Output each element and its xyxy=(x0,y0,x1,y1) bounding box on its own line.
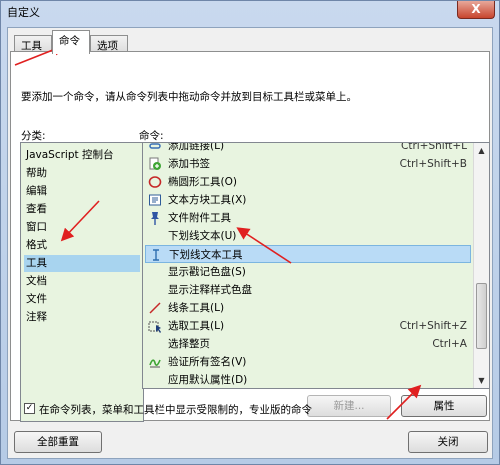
close-button[interactable]: 关闭 xyxy=(408,431,488,453)
pushpin-icon xyxy=(148,211,162,225)
category-comment[interactable]: 注释 xyxy=(24,309,140,326)
command-item[interactable]: 添加链接(L) Ctrl+Shift+L xyxy=(145,142,471,155)
command-item[interactable]: 椭圆形工具(O) xyxy=(145,173,471,191)
category-view[interactable]: 查看 xyxy=(24,201,140,218)
command-item[interactable]: 显示戳记色盘(S) xyxy=(145,263,471,281)
restricted-commands-label: 在命令列表，菜单和工具栏中显示受限制的，专业版的命令 xyxy=(39,404,312,416)
scroll-thumb[interactable] xyxy=(476,283,487,349)
textbox-icon xyxy=(148,193,162,207)
link-icon xyxy=(148,143,162,153)
command-item[interactable]: 选取工具(L) Ctrl+Shift+Z xyxy=(145,317,471,335)
close-window-button[interactable]: X xyxy=(457,1,495,19)
command-label: 椭圆形工具(O) xyxy=(168,176,237,188)
command-label: 添加链接(L) xyxy=(168,142,225,152)
reset-all-button[interactable]: 全部重置 xyxy=(14,431,102,453)
command-item[interactable]: 显示注释样式色盘 xyxy=(145,281,471,299)
command-label: 显示戳记色盘(S) xyxy=(168,266,246,278)
new-button[interactable]: 新建... xyxy=(307,395,391,417)
command-label: 验证所有签名(V) xyxy=(168,356,247,368)
command-shortcut: Ctrl+Shift+B xyxy=(399,158,467,170)
command-label: 线条工具(L) xyxy=(168,302,225,314)
properties-button[interactable]: 属性 xyxy=(401,395,487,417)
category-javascript-console[interactable]: JavaScript 控制台 xyxy=(24,147,140,164)
command-item[interactable]: 线条工具(L) xyxy=(145,299,471,317)
command-list-scrollbar[interactable]: ▲ ▼ xyxy=(473,143,489,388)
title-bar: 自定义 X xyxy=(1,1,499,23)
command-item[interactable]: 添加书签 Ctrl+Shift+B xyxy=(145,155,471,173)
command-shortcut: Ctrl+Shift+Z xyxy=(399,320,467,332)
customize-dialog: 自定义 X 工具栏 命令 选项 要添加一个命令，请从命令列表中拖动命令并放到目标… xyxy=(0,0,500,465)
window-title: 自定义 xyxy=(7,6,40,19)
dialog-client-area: 工具栏 命令 选项 要添加一个命令，请从命令列表中拖动命令并放到目标工具栏或菜单… xyxy=(7,27,493,459)
category-list[interactable]: JavaScript 控制台 帮助 编辑 查看 窗口 格式 工具 文档 文件 注… xyxy=(20,142,144,422)
command-label: 选取工具(L) xyxy=(168,320,225,332)
text-cursor-icon xyxy=(149,248,163,262)
scroll-up-icon[interactable]: ▲ xyxy=(474,143,489,158)
instruction-text: 要添加一个命令，请从命令列表中拖动命令并放到目标工具栏或菜单上。 xyxy=(21,91,357,103)
command-label: 文件附件工具 xyxy=(168,212,231,224)
commands-tab-panel: 要添加一个命令，请从命令列表中拖动命令并放到目标工具栏或菜单上。 分类: 命令:… xyxy=(10,51,490,422)
category-help[interactable]: 帮助 xyxy=(24,165,140,182)
categories-label: 分类: xyxy=(21,130,46,142)
command-item[interactable]: 下划线文本(U) xyxy=(145,227,471,245)
category-edit[interactable]: 编辑 xyxy=(24,183,140,200)
command-label: 文本方块工具(X) xyxy=(168,194,247,206)
restricted-commands-checkbox[interactable]: ✓ xyxy=(24,403,35,414)
command-item[interactable]: 选择整页 Ctrl+A xyxy=(145,335,471,353)
tab-commands[interactable]: 命令 xyxy=(52,30,90,54)
select-icon xyxy=(148,319,162,333)
command-shortcut: Ctrl+A xyxy=(432,338,467,350)
command-item[interactable]: 文件附件工具 xyxy=(145,209,471,227)
category-tools[interactable]: 工具 xyxy=(24,255,140,272)
signature-icon xyxy=(148,355,162,369)
bookmark-icon xyxy=(148,157,162,171)
command-label: 下划线文本工具 xyxy=(169,249,243,261)
command-item[interactable]: 应用默认属性(D) xyxy=(145,371,471,388)
command-item[interactable]: 文本方块工具(X) xyxy=(145,191,471,209)
category-document[interactable]: 文档 xyxy=(24,273,140,290)
commands-label: 命令: xyxy=(139,130,164,142)
line-icon xyxy=(148,301,162,315)
command-item[interactable]: 验证所有签名(V) xyxy=(145,353,471,371)
command-label: 选择整页 xyxy=(168,338,210,350)
command-label: 应用默认属性(D) xyxy=(168,374,248,386)
command-label: 添加书签 xyxy=(168,158,210,170)
scroll-down-icon[interactable]: ▼ xyxy=(474,373,489,388)
category-format[interactable]: 格式 xyxy=(24,237,140,254)
ellipse-icon xyxy=(148,175,162,189)
category-file[interactable]: 文件 xyxy=(24,291,140,308)
command-shortcut: Ctrl+Shift+L xyxy=(401,142,467,152)
command-list[interactable]: 添加链接(L) Ctrl+Shift+L 添加书签 Ctrl+Shift+B 椭… xyxy=(142,142,490,389)
command-label: 显示注释样式色盘 xyxy=(168,284,252,296)
category-window[interactable]: 窗口 xyxy=(24,219,140,236)
command-label: 下划线文本(U) xyxy=(168,230,237,242)
command-item-selected[interactable]: 下划线文本工具 xyxy=(145,245,471,263)
